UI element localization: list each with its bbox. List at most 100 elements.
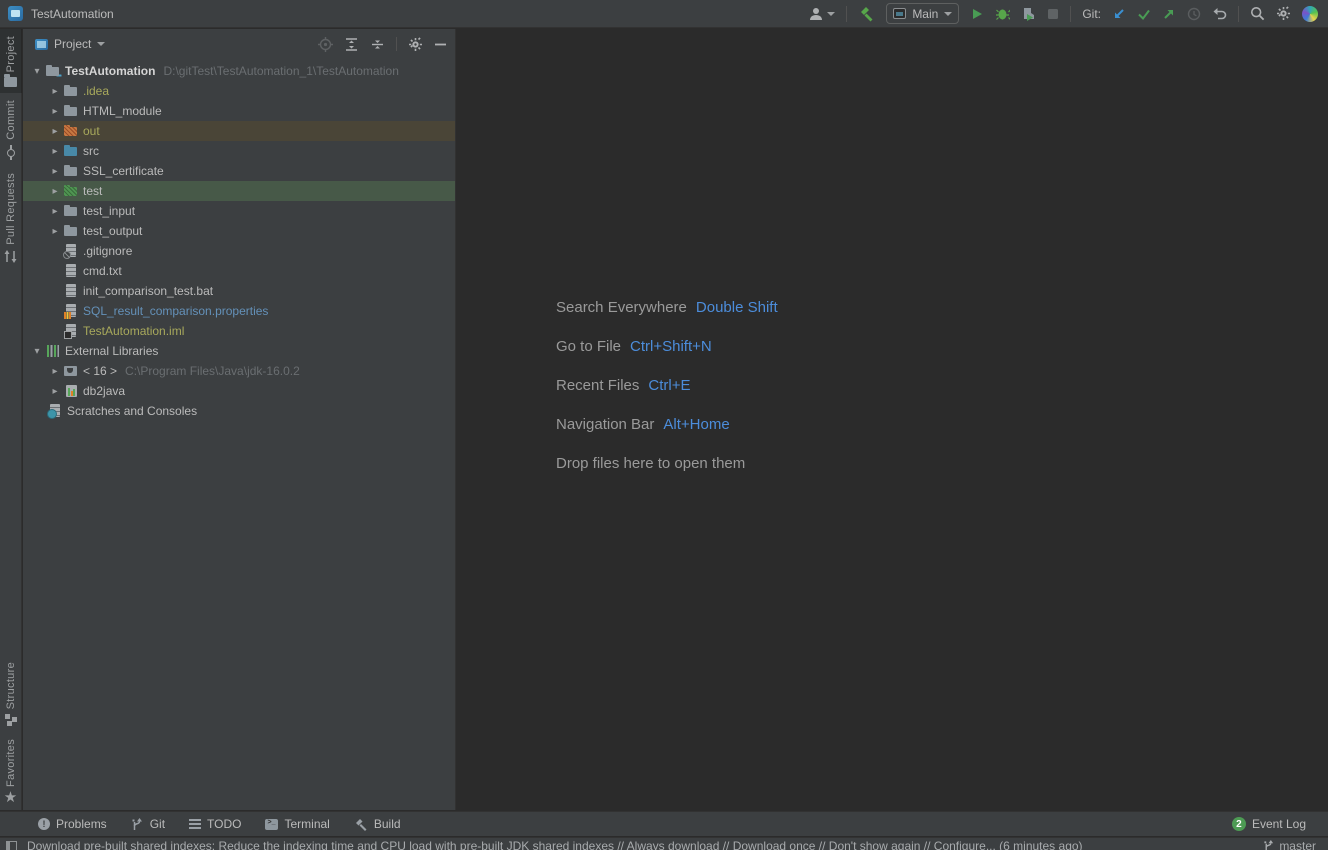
title-bar: TestAutomation Main <box>0 0 1328 28</box>
check-icon <box>1137 7 1151 21</box>
push-button[interactable] <box>1162 7 1176 21</box>
sidebar-item-structure[interactable]: Structure <box>0 655 22 732</box>
stop-button[interactable] <box>1047 8 1059 20</box>
chevron-collapsed-icon[interactable]: ▸ <box>47 226 63 237</box>
left-tool-stripe: Project Commit Pull Requests Structure F… <box>0 29 22 810</box>
tree-row[interactable]: init_comparison_test.bat <box>23 281 455 301</box>
run-config-label: Main <box>912 7 938 21</box>
tree-row[interactable]: ▸src <box>23 141 455 161</box>
ignore-file-icon <box>63 243 79 259</box>
run-button[interactable] <box>970 7 984 21</box>
settings-button[interactable] <box>1276 6 1291 21</box>
problems-icon: ! <box>38 818 50 830</box>
user-menu-button[interactable] <box>809 7 835 21</box>
tree-row[interactable]: .gitignore <box>23 241 455 261</box>
run-with-coverage-button[interactable] <box>1021 6 1036 21</box>
scratches-icon <box>47 403 63 419</box>
chevron-down-icon <box>827 12 835 16</box>
tree-row[interactable]: ▸test_input <box>23 201 455 221</box>
tree-item-path: D:\gitTest\TestAutomation_1\TestAutomati… <box>163 64 398 78</box>
shortcut-row: Navigation Bar Alt+Home <box>556 405 778 444</box>
collapse-all-icon[interactable] <box>370 37 385 52</box>
run-config-selector[interactable]: Main <box>886 3 959 24</box>
arrow-down-left-icon <box>1112 7 1126 21</box>
stripe-label: Commit <box>5 100 17 140</box>
tree-row[interactable]: ▸test_output <box>23 221 455 241</box>
history-button[interactable] <box>1187 7 1201 21</box>
toolbar-separator <box>1070 6 1071 22</box>
tree-row[interactable]: ▸db2java <box>23 381 455 401</box>
chevron-down-icon[interactable] <box>97 42 105 46</box>
tree-row[interactable]: ▸< 16 >C:\Program Files\Java\jdk-16.0.2 <box>23 361 455 381</box>
stripe-label: Pull Requests <box>5 173 17 245</box>
toolbar-separator <box>1238 6 1239 22</box>
chevron-collapsed-icon[interactable]: ▸ <box>47 186 63 197</box>
shortcut-row: Drop files here to open them <box>556 444 778 483</box>
chevron-collapsed-icon[interactable]: ▸ <box>47 126 63 137</box>
panel-title[interactable]: Project <box>54 37 91 51</box>
search-everywhere-button[interactable] <box>1250 6 1265 21</box>
hide-panel-icon[interactable] <box>434 38 447 51</box>
chevron-collapsed-icon[interactable]: ▸ <box>47 206 63 217</box>
event-log-button[interactable]: 2 Event Log <box>1232 817 1306 831</box>
event-log-badge: 2 <box>1232 817 1246 831</box>
tree-row[interactable]: ▾ TestAutomation D:\gitTest\TestAutomation… <box>23 61 455 81</box>
tree-item-label: test <box>83 184 102 198</box>
expand-all-icon[interactable] <box>344 37 359 52</box>
toolbar-separator <box>846 6 847 22</box>
gradient-sphere-icon[interactable] <box>1302 6 1318 22</box>
locate-icon[interactable] <box>318 37 333 52</box>
editor-area[interactable]: Search Everywhere Double Shift Go to Fil… <box>457 29 1328 810</box>
app-logo-icon <box>8 6 23 21</box>
tree-row[interactable]: ▸out <box>23 121 455 141</box>
tree-row[interactable]: ▸ SSL_certificate <box>23 161 455 181</box>
sidebar-item-pull-requests[interactable]: Pull Requests <box>0 166 22 269</box>
tree-row[interactable]: Scratches and Consoles <box>23 401 455 421</box>
library-icon <box>63 383 79 399</box>
chevron-collapsed-icon[interactable]: ▸ <box>47 366 63 377</box>
tree-row[interactable]: ▸HTML_module <box>23 101 455 121</box>
debug-button[interactable] <box>995 6 1010 21</box>
status-message[interactable]: Download pre-built shared indexes: Reduc… <box>27 839 1083 850</box>
project-tool-window: Project ▾ TestAutomation D:\gitTest\TestAu… <box>23 29 456 810</box>
tool-button-git[interactable]: Git <box>131 817 165 831</box>
chevron-expanded-icon[interactable]: ▾ <box>29 346 45 357</box>
chevron-expanded-icon[interactable]: ▾ <box>29 66 45 77</box>
tree-item-label: SSL_certificate <box>83 164 164 178</box>
tool-button-problems[interactable]: ! Problems <box>38 817 107 831</box>
chevron-collapsed-icon[interactable]: ▸ <box>47 146 63 157</box>
tree-row[interactable]: ▸ test <box>23 181 455 201</box>
tree-row[interactable]: ▸.idea <box>23 81 455 101</box>
chevron-collapsed-icon[interactable]: ▸ <box>47 106 63 117</box>
tree-row[interactable]: TestAutomation.iml <box>23 321 455 341</box>
empty-editor-shortcuts: Search Everywhere Double Shift Go to Fil… <box>556 288 778 483</box>
tree-item-label: < 16 > <box>83 364 117 378</box>
text-file-icon <box>63 283 79 299</box>
update-project-button[interactable] <box>1112 7 1126 21</box>
build-project-button[interactable] <box>858 5 875 22</box>
tool-button-terminal[interactable]: Terminal <box>265 817 329 831</box>
shortcut-keys: Double Shift <box>696 299 778 316</box>
git-branch-widget[interactable]: master <box>1263 839 1316 850</box>
rollback-icon <box>1212 7 1227 21</box>
tool-button-label: Git <box>150 817 165 831</box>
sidebar-item-commit[interactable]: Commit <box>0 93 22 166</box>
rollback-button[interactable] <box>1212 7 1227 21</box>
tree-row[interactable]: cmd.txt <box>23 261 455 281</box>
tree-item-label: TestAutomation <box>65 64 155 78</box>
sidebar-item-project[interactable]: Project <box>0 29 22 93</box>
commit-button[interactable] <box>1137 7 1151 21</box>
shortcut-label: Drop files here to open them <box>556 455 745 472</box>
sidebar-item-favorites[interactable]: Favorites ★ <box>0 732 22 810</box>
settings-gear-icon[interactable] <box>408 37 423 52</box>
chevron-collapsed-icon[interactable]: ▸ <box>47 86 63 97</box>
chevron-collapsed-icon[interactable]: ▸ <box>47 386 63 397</box>
bottom-tool-bar: ! Problems Git TODO Terminal Build 2 Eve… <box>0 811 1328 836</box>
tool-window-toggle-icon[interactable] <box>6 841 17 850</box>
tool-button-build[interactable]: Build <box>354 817 401 831</box>
toolbar-separator <box>396 37 397 51</box>
chevron-collapsed-icon[interactable]: ▸ <box>47 166 63 177</box>
tree-row[interactable]: ▾External Libraries <box>23 341 455 361</box>
tool-button-todo[interactable]: TODO <box>189 817 241 831</box>
tree-row[interactable]: SQL_result_comparison.properties <box>23 301 455 321</box>
